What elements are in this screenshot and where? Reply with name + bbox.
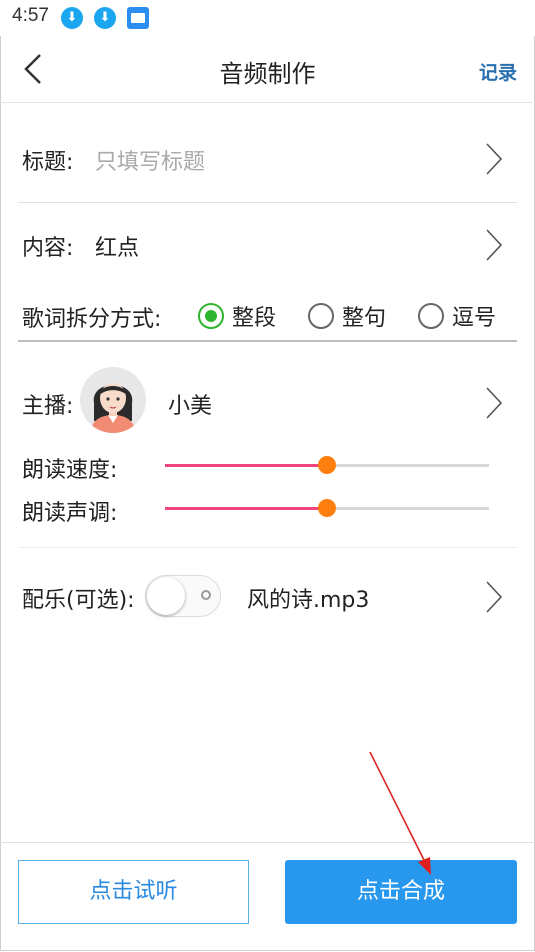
speed-label: 朗读速度: (22, 458, 118, 483)
radio-circle (198, 303, 224, 329)
bottom-bar: 点击试听 点击合成 (0, 842, 535, 952)
anchor-label: 主播: (22, 394, 74, 419)
content-row[interactable]: 内容: 红点 (18, 226, 517, 266)
radio-label: 整段 (232, 306, 277, 331)
slider-knob[interactable] (318, 499, 336, 517)
slider-fill (165, 507, 327, 510)
divider (18, 547, 517, 548)
anchor-name: 小美 (168, 394, 213, 419)
download-icon: ⬇ (94, 7, 116, 29)
chevron-right-icon (486, 581, 503, 613)
page-title: 音频制作 (219, 60, 316, 88)
pitch-label: 朗读声调: (22, 501, 118, 526)
music-label: 配乐(可选): (22, 588, 135, 613)
lyric-split-label: 歌词拆分方式: (22, 307, 162, 332)
title-row[interactable]: 标题: 只填写标题 (18, 140, 517, 180)
radio-label: 整句 (342, 306, 387, 331)
content-label: 内容: (22, 236, 74, 261)
listen-button[interactable]: 点击试听 (18, 860, 249, 924)
title-input[interactable]: 只填写标题 (95, 144, 205, 176)
lyric-split-row: 歌词拆分方式: 整段 整句 逗号 (18, 300, 517, 334)
divider (18, 202, 517, 203)
radio-sentence[interactable]: 整句 (308, 300, 386, 332)
chevron-right-icon (486, 229, 503, 261)
radio-circle (308, 303, 334, 329)
toggle-thumb (147, 577, 185, 615)
content-value: 红点 (95, 236, 140, 261)
music-toggle[interactable] (145, 575, 221, 617)
status-time: 4:57 (12, 5, 49, 26)
app-notification-icon (127, 7, 149, 29)
radio-label: 逗号 (452, 306, 497, 331)
radio-circle (418, 303, 444, 329)
compose-button[interactable]: 点击合成 (285, 860, 517, 924)
speed-slider[interactable] (165, 456, 489, 474)
record-link[interactable]: 记录 (479, 58, 517, 85)
radio-comma[interactable]: 逗号 (418, 300, 496, 332)
radio-whole-paragraph[interactable]: 整段 (198, 300, 276, 332)
slider-fill (165, 464, 327, 467)
music-row[interactable]: 配乐(可选): 风的诗.mp3 (18, 578, 517, 618)
chevron-right-icon (486, 143, 503, 175)
header: 音频制作 记录 (0, 36, 535, 103)
toggle-off-indicator (201, 590, 211, 600)
status-bar: 4:57 ⬇ ⬇ (0, 0, 535, 36)
chevron-right-icon (486, 387, 503, 419)
music-file: 风的诗.mp3 (247, 588, 370, 613)
slider-knob[interactable] (318, 456, 336, 474)
divider (18, 340, 517, 342)
title-label: 标题: (22, 150, 74, 175)
download-icon: ⬇ (61, 7, 83, 29)
anchor-avatar (80, 367, 146, 433)
pitch-slider[interactable] (165, 499, 489, 517)
